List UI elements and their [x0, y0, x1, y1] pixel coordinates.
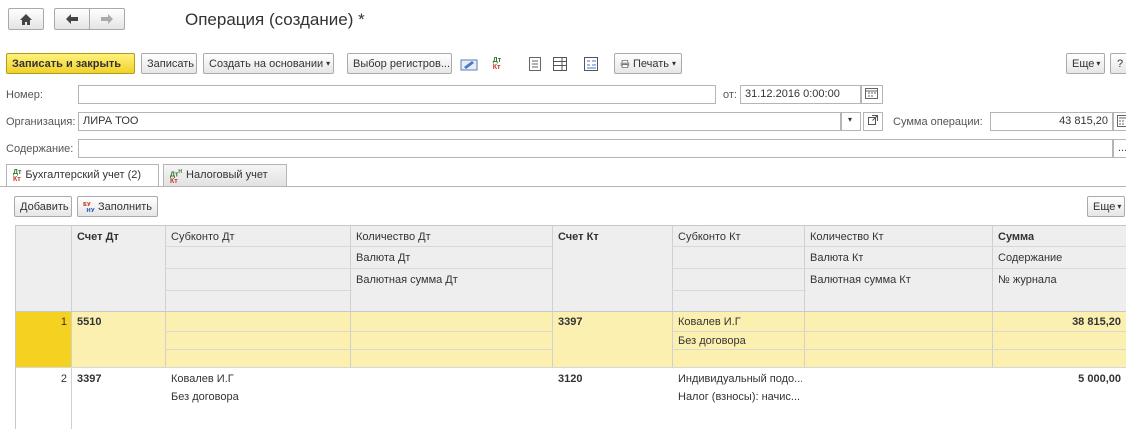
row-account-kt[interactable]: 3120	[554, 373, 582, 385]
header-currency-sum-kt[interactable]: Валютная сумма Кт	[806, 274, 911, 286]
number-label: Номер:	[6, 89, 43, 101]
dropdown-arrow-icon: ▾	[1117, 202, 1122, 211]
tab-tax[interactable]: ДтН Кт Налоговый учет	[163, 164, 287, 186]
content-label: Содержание:	[6, 143, 74, 155]
list-button[interactable]	[549, 53, 571, 74]
list-icon	[553, 56, 567, 71]
more-button[interactable]: Еще ▾	[1066, 53, 1105, 74]
content-expand-button[interactable]: ...	[1113, 139, 1126, 158]
entries-table[interactable]: Счет Дт Субконто Дт Количество Дт Валюта…	[15, 225, 1126, 429]
create-based-on-label: Создать на основании	[209, 57, 324, 70]
save-and-close-button[interactable]: Записать и закрыть	[6, 53, 135, 74]
tab-accounting[interactable]: Дт Кт Бухгалтерский учет (2)	[6, 164, 159, 187]
row-sum[interactable]: 5 000,00	[994, 373, 1125, 385]
organization-open-button[interactable]	[863, 112, 883, 131]
document-icon	[529, 56, 541, 71]
header-content[interactable]: Содержание	[994, 252, 1062, 264]
svg-text:НУ: НУ	[86, 208, 94, 214]
dt-kt-icon: Дт Кт	[13, 169, 22, 183]
dropdown-arrow-icon: ▾	[1096, 59, 1101, 68]
dropdown-arrow-icon: ▾	[848, 115, 853, 124]
header-quantity-dt[interactable]: Количество Дт	[352, 231, 431, 243]
fill-button[interactable]: БУ НУ Заполнить	[77, 196, 158, 217]
ellipsis-icon: ...	[1118, 142, 1126, 154]
row-subconto-kt-1[interactable]: Ковалев И.Г	[674, 316, 741, 328]
structure-button[interactable]	[580, 53, 602, 74]
select-registers-button[interactable]: Выбор регистров...	[347, 53, 452, 74]
fill-label: Заполнить	[97, 200, 152, 213]
header-account-kt[interactable]: Счет Кт	[554, 231, 599, 243]
back-button[interactable]	[54, 8, 90, 30]
organization-dropdown-button[interactable]: ▾	[841, 112, 861, 131]
operation-sum-field[interactable]: 43 815,20	[990, 112, 1113, 131]
date-label: от:	[723, 89, 737, 101]
row-number: 1	[60, 316, 67, 328]
row-number: 2	[60, 373, 67, 385]
calendar-icon	[865, 88, 878, 99]
fill-icon: БУНУ	[83, 202, 95, 214]
print-label: Печать	[632, 57, 669, 70]
document-button[interactable]	[524, 53, 546, 74]
forward-button[interactable]	[89, 8, 125, 30]
dt-kt-report-button[interactable]: Дт Кт	[486, 53, 508, 74]
row-subconto-dt-2[interactable]: Без договора	[167, 391, 239, 403]
number-field[interactable]	[78, 85, 716, 104]
header-currency-kt[interactable]: Валюта Кт	[806, 252, 863, 264]
open-link-icon	[868, 115, 878, 125]
more-label: Еще	[1072, 57, 1095, 70]
table-more-button[interactable]: Еще ▾	[1087, 196, 1125, 217]
dropdown-arrow-icon: ▾	[326, 59, 331, 68]
add-button[interactable]: Добавить	[14, 196, 72, 217]
dt-kt-icon: Дт Кт	[492, 56, 502, 71]
calculator-icon	[1117, 115, 1126, 127]
home-icon	[20, 13, 32, 25]
header-subconto-dt[interactable]: Субконто Дт	[167, 231, 235, 243]
header-currency-sum-dt[interactable]: Валютная сумма Дт	[352, 274, 458, 286]
operation-sum-label: Сумма операции:	[893, 116, 983, 128]
tab-tax-label: Налоговый учет	[186, 169, 268, 181]
row-subconto-kt-2[interactable]: Налог (взносы): начис...	[674, 391, 802, 403]
header-journal[interactable]: № журнала	[994, 274, 1057, 286]
row-subconto-dt-1[interactable]: Ковалев И.Г	[167, 373, 234, 385]
header-subconto-kt[interactable]: Субконто Кт	[674, 231, 741, 243]
row-subconto-kt-2[interactable]: Без договора	[674, 335, 746, 347]
dt-kt-icon: ДтН Кт	[170, 169, 183, 186]
organization-field[interactable]: ЛИРА ТОО	[78, 112, 841, 131]
header-quantity-kt[interactable]: Количество Кт	[806, 231, 884, 243]
row-account-kt[interactable]: 3397	[554, 316, 582, 328]
content-field[interactable]	[78, 139, 1113, 158]
row-account-dt[interactable]: 5510	[73, 316, 101, 328]
create-based-on-button[interactable]: Создать на основании ▾	[203, 53, 334, 74]
home-button[interactable]	[8, 8, 44, 30]
print-button[interactable]: Печать ▾	[614, 53, 682, 74]
printer-icon	[620, 59, 630, 68]
page-title: Операция (создание) *	[185, 10, 365, 29]
structure-icon	[584, 56, 598, 71]
arrow-left-icon	[66, 14, 78, 24]
header-account-dt[interactable]: Счет Дт	[73, 231, 119, 243]
edit-movements-button[interactable]	[458, 53, 480, 74]
calculator-button[interactable]	[1113, 112, 1126, 131]
arrow-right-icon	[101, 14, 113, 24]
header-currency-dt[interactable]: Валюта Дт	[352, 252, 410, 264]
row-sum[interactable]: 38 815,20	[994, 316, 1125, 328]
pencil-card-icon	[460, 59, 478, 70]
svg-text:БУ: БУ	[83, 202, 91, 208]
organization-label: Организация:	[6, 116, 76, 128]
save-button[interactable]: Записать	[141, 53, 197, 74]
row-account-dt[interactable]: 3397	[73, 373, 101, 385]
tab-accounting-label: Бухгалтерский учет (2)	[25, 169, 142, 181]
calendar-button[interactable]	[861, 85, 883, 104]
date-field[interactable]: 31.12.2016 0:00:00	[740, 85, 861, 104]
tab-divider	[0, 186, 1126, 187]
dropdown-arrow-icon: ▾	[671, 59, 676, 68]
help-button[interactable]: ?	[1110, 53, 1126, 74]
header-sum[interactable]: Сумма	[994, 231, 1034, 243]
table-more-label: Еще	[1093, 200, 1116, 213]
row-subconto-kt-1[interactable]: Индивидуальный подо...	[674, 373, 802, 385]
